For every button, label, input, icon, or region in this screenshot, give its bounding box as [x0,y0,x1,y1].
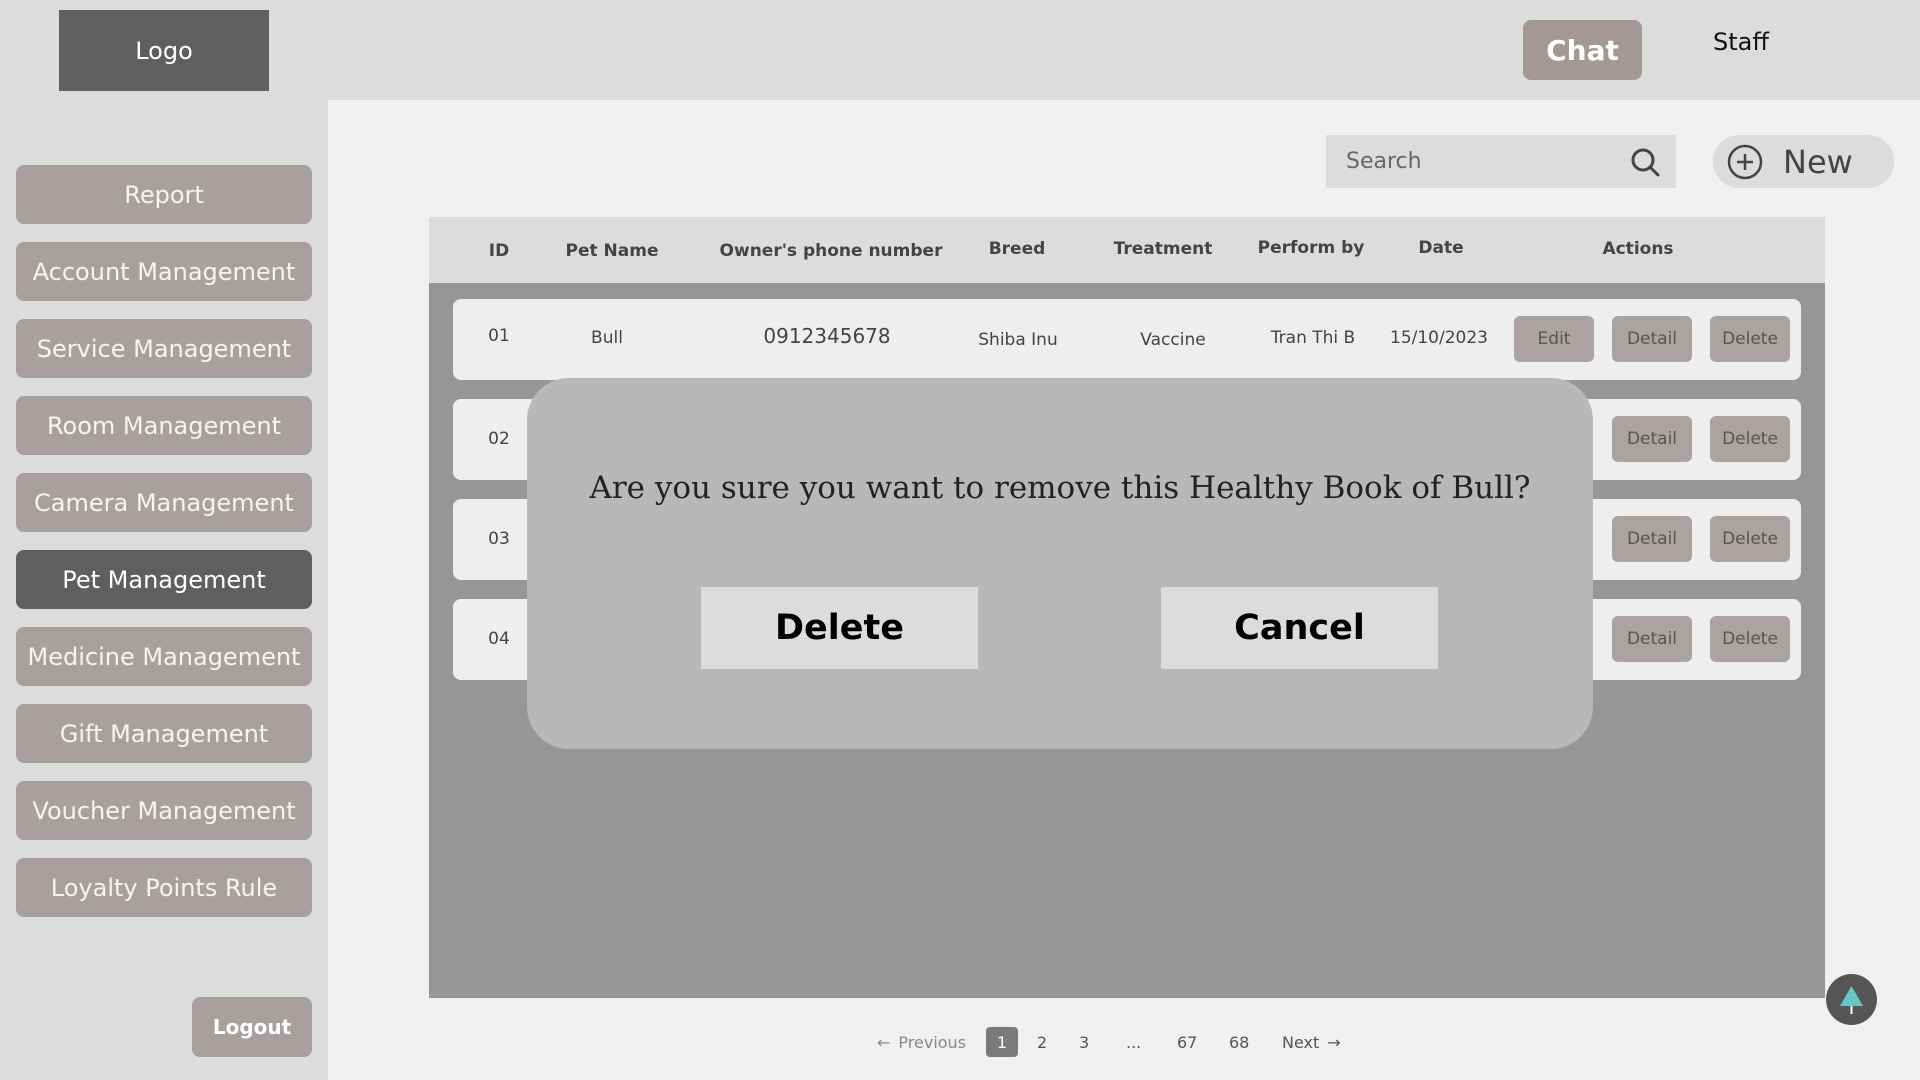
sidebar-item-room-management[interactable]: Room Management [16,396,312,455]
dialog-message: Are you sure you want to remove this Hea… [589,470,1531,506]
cell-id: 04 [488,629,510,649]
confirm-delete-dialog: Are you sure you want to remove this Hea… [527,378,1593,749]
detail-button[interactable]: Detail [1612,616,1692,662]
search-box [1326,135,1676,188]
sidebar-item-gift-management[interactable]: Gift Management [16,704,312,763]
cell-breed: Shiba Inu [978,330,1058,350]
sidebar-item-loyalty-points-rule[interactable]: Loyalty Points Rule [16,858,312,917]
column-header-pet-name: Pet Name [565,241,659,261]
cell-date: 15/10/2023 [1390,328,1488,348]
edit-button[interactable]: Edit [1514,316,1594,362]
delete-button[interactable]: Delete [1710,316,1790,362]
sidebar-item-service-management[interactable]: Service Management [16,319,312,378]
column-header-owner-phone: Owner's phone number [719,241,943,261]
new-button-label: New [1783,142,1853,181]
scroll-to-top-button[interactable] [1826,974,1877,1025]
delete-button[interactable]: Delete [1710,516,1790,562]
delete-button[interactable]: Delete [1710,616,1790,662]
next-page-button[interactable]: Next → [1282,1027,1341,1057]
column-header-breed: Breed [988,239,1046,259]
sidebar-item-voucher-management[interactable]: Voucher Management [16,781,312,840]
sidebar: Report Account Management Service Manage… [0,100,328,1080]
sidebar-item-report[interactable]: Report [16,165,312,224]
column-header-actions: Actions [1602,239,1674,259]
arrow-up-icon [1840,986,1863,1014]
detail-button[interactable]: Detail [1612,516,1692,562]
cell-pet-name: Bull [591,328,623,348]
column-header-perform-by: Perform by [1257,238,1365,258]
sidebar-item-camera-management[interactable]: Camera Management [16,473,312,532]
search-input[interactable] [1346,149,1616,174]
top-bar: Logo Chat Staff [0,0,1920,100]
arrow-right-icon: → [1327,1032,1341,1052]
cell-id: 03 [488,529,510,549]
arrow-left-icon: ← [877,1032,891,1052]
plus-circle-icon [1727,144,1763,179]
column-header-date: Date [1418,238,1464,258]
previous-label: Previous [898,1032,967,1052]
sidebar-item-medicine-management[interactable]: Medicine Management [16,627,312,686]
column-header-treatment: Treatment [1113,239,1213,259]
logo: Logo [59,10,269,91]
table-row: 01 Bull 0912345678 Shiba Inu Vaccine Tra… [453,299,1801,380]
cancel-button[interactable]: Cancel [1161,587,1438,669]
pagination: ← Previous 1 2 3 ... 67 68 Next → [0,1027,1920,1057]
page-67-button[interactable]: 67 [1177,1027,1197,1057]
page-2-button[interactable]: 2 [1037,1027,1047,1057]
page-3-button[interactable]: 3 [1079,1027,1089,1057]
page-68-button[interactable]: 68 [1229,1027,1249,1057]
user-role-label[interactable]: Staff [1713,28,1769,56]
detail-button[interactable]: Detail [1612,316,1692,362]
sidebar-item-pet-management[interactable]: Pet Management [16,550,312,609]
confirm-delete-button[interactable]: Delete [701,587,978,669]
cell-id: 02 [488,429,510,449]
page-ellipsis: ... [1126,1032,1142,1052]
cell-perform-by: Tran Thi B [1270,328,1356,348]
cell-id: 01 [488,326,510,346]
cell-phone: 0912345678 [763,324,891,348]
column-header-id: ID [488,241,510,261]
next-label: Next [1282,1032,1320,1052]
cell-treatment: Vaccine [1140,330,1206,350]
new-button[interactable]: New [1713,135,1894,188]
chat-button[interactable]: Chat [1523,20,1642,80]
sidebar-item-account-management[interactable]: Account Management [16,242,312,301]
detail-button[interactable]: Detail [1612,416,1692,462]
page-1-button[interactable]: 1 [986,1027,1018,1057]
delete-button[interactable]: Delete [1710,416,1790,462]
search-icon[interactable] [1630,147,1660,177]
table-header: ID Pet Name Owner's phone number Breed T… [429,217,1825,283]
previous-page-button[interactable]: ← Previous [877,1027,966,1057]
